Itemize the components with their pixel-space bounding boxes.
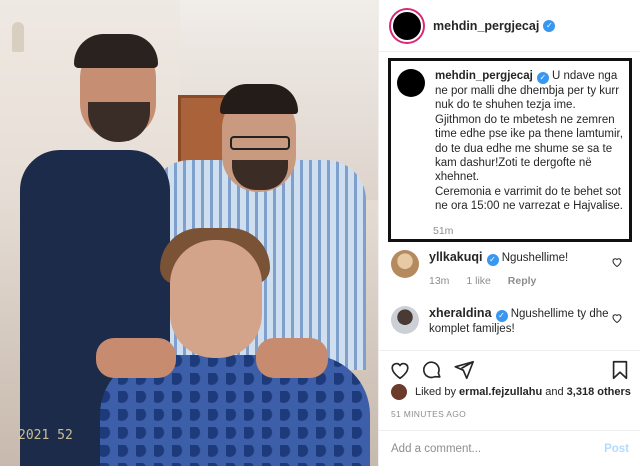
caption-line-3: Ceremonia e varrimit do te behet sot ne … — [435, 185, 623, 213]
likes-count[interactable]: 3,318 others — [567, 386, 631, 398]
photo-glasses — [230, 136, 290, 150]
comment-item: yllkakuqi ✓ Ngushellime! 13m 1 like Reply — [391, 250, 631, 289]
verified-badge-icon: ✓ — [536, 72, 549, 84]
post-photo[interactable]: 2021 52 — [0, 0, 378, 466]
verified-badge-icon: ✓ — [495, 310, 508, 322]
commenter-username[interactable]: yllkakuqi — [429, 250, 483, 264]
likes-summary: Liked by ermal.fejzullahu and 3,318 othe… — [391, 384, 631, 400]
comment-body: yllkakuqi ✓ Ngushellime! 13m 1 like Reply — [429, 250, 609, 289]
comment-meta: 13m 1 like Reply — [429, 274, 609, 289]
caption-highlight-box: mehdin_pergjecaj ✓ U ndave nga ne por mal… — [388, 58, 632, 242]
heart-icon[interactable] — [389, 359, 411, 381]
add-comment-bar: Post — [379, 430, 640, 466]
share-icon[interactable] — [453, 359, 475, 381]
post-side-panel: mehdin_pergjecaj ✓ mehdin_pergjecaj ✓ U n… — [378, 0, 640, 466]
author-username[interactable]: mehdin_pergjecaj — [433, 19, 539, 33]
caption-text: mehdin_pergjecaj ✓ U ndave nga ne por mal… — [435, 69, 623, 214]
photo-hand-left — [96, 338, 176, 378]
photo-hand-right — [256, 338, 328, 378]
post-header: mehdin_pergjecaj ✓ — [379, 0, 640, 52]
photo-date-stamp: 2021 52 — [18, 428, 73, 443]
photo-person-left-beard — [88, 102, 150, 142]
author-avatar[interactable] — [391, 9, 423, 42]
commenter-avatar[interactable] — [391, 306, 419, 334]
add-comment-input[interactable] — [391, 442, 605, 455]
post-timestamp[interactable]: 51 MINUTES AGO — [391, 409, 466, 419]
liker-avatar[interactable] — [391, 384, 407, 400]
caption-line-2: Gjithmon do te mbetesh ne zemren time ed… — [435, 113, 623, 184]
photo-woman-face — [170, 240, 262, 358]
verified-badge-icon: ✓ — [543, 19, 556, 32]
liker-username[interactable]: ermal.fejzullahu — [459, 386, 542, 398]
commenter-username[interactable]: xheraldina — [429, 306, 492, 320]
caption-time[interactable]: 51m — [433, 225, 453, 237]
caption: mehdin_pergjecaj ✓ U ndave nga ne por mal… — [397, 69, 623, 214]
comment-icon[interactable] — [421, 359, 443, 381]
comment-time[interactable]: 13m — [429, 275, 449, 287]
comment-heart-icon[interactable] — [611, 256, 623, 268]
post-comment-button[interactable]: Post — [604, 443, 629, 455]
photo-person-right-hair — [220, 84, 298, 114]
verified-badge-icon: ✓ — [486, 254, 499, 266]
comment-body: xheraldina ✓ Ngushellime ty dhe komplet f… — [429, 306, 609, 337]
likes-prefix: Liked by — [415, 386, 456, 398]
bookmark-icon[interactable] — [609, 359, 631, 381]
caption-author-username[interactable]: mehdin_pergjecaj — [435, 70, 533, 82]
reply-button[interactable]: Reply — [508, 275, 537, 287]
comment-item: xheraldina ✓ Ngushellime ty dhe komplet f… — [391, 306, 631, 337]
caption-author-avatar[interactable] — [397, 69, 425, 97]
comment-likes[interactable]: 1 like — [466, 275, 491, 287]
commenter-avatar[interactable] — [391, 250, 419, 278]
comment-heart-icon[interactable] — [611, 312, 623, 324]
action-bar — [379, 350, 640, 386]
photo-lamp — [12, 22, 24, 52]
likes-joiner: and — [545, 386, 564, 398]
comment-text: Ngushellime! — [501, 252, 569, 264]
photo-person-left-hair — [74, 34, 158, 68]
